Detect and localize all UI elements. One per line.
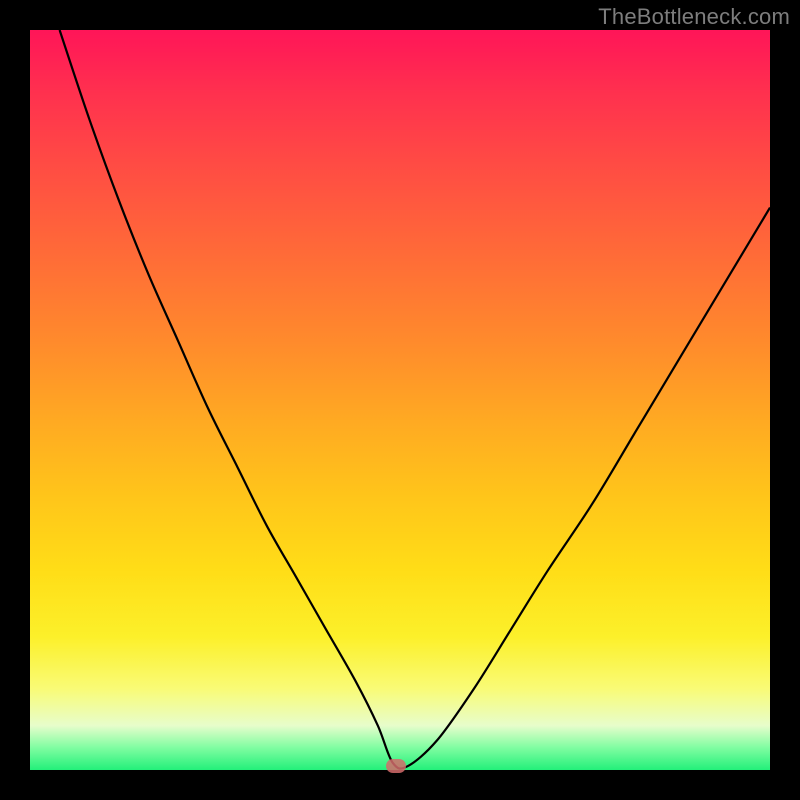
bottleneck-curve [60, 30, 770, 769]
plot-area [30, 30, 770, 770]
chart-frame: TheBottleneck.com [0, 0, 800, 800]
curve-layer [30, 30, 770, 770]
watermark-text: TheBottleneck.com [598, 4, 790, 30]
minimum-marker [386, 759, 406, 773]
